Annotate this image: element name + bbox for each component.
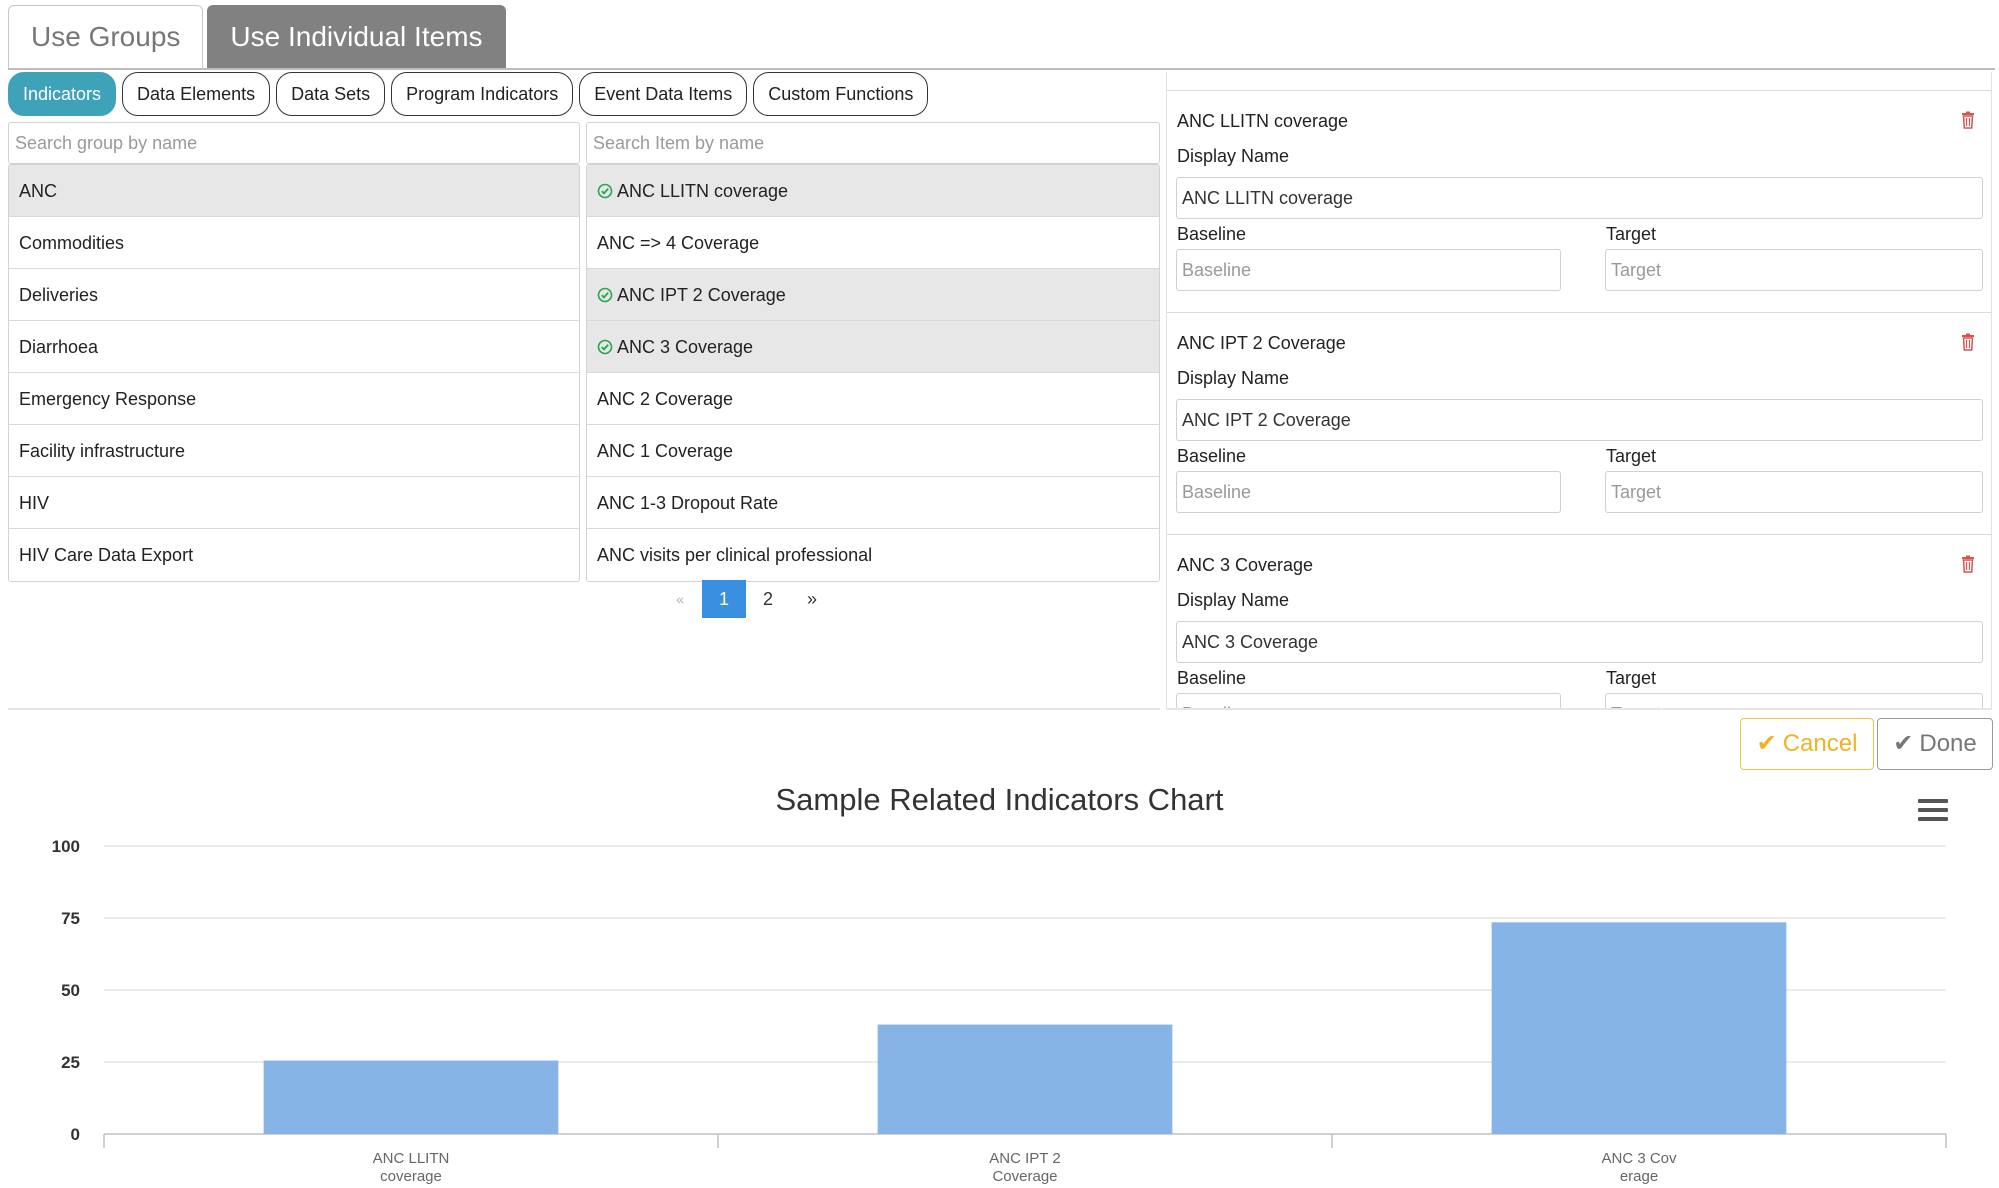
mode-tabs: Use Groups Use Individual Items <box>8 5 506 69</box>
trash-icon[interactable] <box>1961 555 1975 573</box>
target-input[interactable] <box>1605 471 1983 513</box>
tab-use-individual-items[interactable]: Use Individual Items <box>207 5 506 69</box>
trash-icon[interactable] <box>1961 333 1975 351</box>
bar <box>1491 922 1787 1134</box>
pill-event-data-items[interactable]: Event Data Items <box>579 72 748 116</box>
list-item[interactable]: ANC 2 Coverage <box>587 373 1159 425</box>
display-name-input[interactable] <box>1176 621 1983 663</box>
pagination-prev[interactable]: « <box>658 580 702 618</box>
list-item[interactable]: ANC => 4 Coverage <box>587 217 1159 269</box>
x-tick-label: ANC 3 Cov <box>1601 1150 1677 1167</box>
display-name-input[interactable] <box>1176 177 1983 219</box>
group-item-deliveries[interactable]: Deliveries <box>9 269 579 321</box>
item-label: ANC LLITN coverage <box>617 181 789 201</box>
check-icon: ✔ <box>1893 730 1914 757</box>
cancel-label: Cancel <box>1782 730 1858 757</box>
list-item[interactable]: ANC visits per clinical professional <box>587 529 1159 581</box>
y-tick-label: 75 <box>61 909 80 928</box>
pagination-page-2[interactable]: 2 <box>746 580 790 618</box>
y-tick-label: 0 <box>71 1125 80 1144</box>
pill-custom-functions[interactable]: Custom Functions <box>753 72 929 116</box>
chart-title: Sample Related Indicators Chart <box>775 782 1224 817</box>
group-item-hiv-care-data-export[interactable]: HIV Care Data Export <box>9 529 579 581</box>
selected-item-title: ANC LLITN coverage <box>1177 111 1349 131</box>
list-item[interactable]: ANC IPT 2 Coverage <box>587 269 1159 321</box>
bar-chart: 0 25 50 75 100 ANC LLITNcoverage ANC IPT 2Cove… <box>52 837 1947 1185</box>
selected-item-title: ANC IPT 2 Coverage <box>1177 333 1346 353</box>
list-item[interactable]: ANC 1-3 Dropout Rate <box>587 477 1159 529</box>
group-item-hiv[interactable]: HIV <box>9 477 579 529</box>
item-search-input[interactable] <box>586 122 1160 164</box>
list-item[interactable]: ANC 1 Coverage <box>587 425 1159 477</box>
check-circle-icon <box>597 287 613 303</box>
selected-item-card: ANC LLITN coverage Display Name Baseline… <box>1167 91 1991 313</box>
x-tick-label: erage <box>1620 1168 1658 1185</box>
baseline-label: Baseline <box>1177 446 1247 466</box>
group-item-diarrhoea[interactable]: Diarrhoea <box>9 321 579 373</box>
baseline-input[interactable] <box>1176 471 1561 513</box>
group-item-emergency-response[interactable]: Emergency Response <box>9 373 579 425</box>
selected-item-card: ANC IPT 2 Coverage Display Name Baseline… <box>1167 313 1991 535</box>
baseline-label: Baseline <box>1177 224 1247 244</box>
pill-data-elements[interactable]: Data Elements <box>122 72 271 116</box>
pagination-page-1[interactable]: 1 <box>702 580 746 618</box>
baseline-input[interactable] <box>1176 249 1561 291</box>
check-circle-icon <box>597 339 613 355</box>
baseline-label: Baseline <box>1177 668 1247 688</box>
bar <box>263 1060 559 1134</box>
group-item-facility-infrastructure[interactable]: Facility infrastructure <box>9 425 579 477</box>
trash-icon[interactable] <box>1961 111 1975 129</box>
bar <box>877 1024 1173 1134</box>
target-input[interactable] <box>1605 693 1983 708</box>
baseline-input[interactable] <box>1176 693 1561 708</box>
x-tick-label: Coverage <box>992 1168 1057 1185</box>
y-tick-label: 100 <box>52 837 80 856</box>
item-type-pills: Indicators Data Elements Data Sets Progr… <box>8 72 934 116</box>
pagination-next[interactable]: » <box>790 580 834 618</box>
pill-program-indicators[interactable]: Program Indicators <box>391 72 574 116</box>
item-label: ANC 1-3 Dropout Rate <box>597 493 779 513</box>
group-list: ANC Commodities Deliveries Diarrhoea Eme… <box>8 164 580 582</box>
cancel-button[interactable]: ✔ Cancel <box>1740 718 1874 770</box>
selected-item-title: ANC 3 Coverage <box>1177 555 1314 575</box>
list-item[interactable]: ANC LLITN coverage <box>587 165 1159 217</box>
target-label: Target <box>1606 446 1657 466</box>
item-list: ANC LLITN coverage ANC => 4 Coverage ANC… <box>586 164 1160 582</box>
group-item-commodities[interactable]: Commodities <box>9 217 579 269</box>
check-icon: ✔ <box>1756 730 1777 757</box>
done-label: Done <box>1919 730 1977 757</box>
selected-item-card: ANC 3 Coverage Display Name Baseline Tar… <box>1167 535 1991 708</box>
display-name-label: Display Name <box>1177 368 1290 388</box>
x-tick-label: ANC LLITN <box>373 1150 450 1167</box>
item-label: ANC => 4 Coverage <box>597 233 760 253</box>
check-circle-icon <box>597 183 613 199</box>
chart-menu-icon[interactable] <box>1918 798 1948 822</box>
item-label: ANC 2 Coverage <box>597 389 734 409</box>
y-tick-label: 50 <box>61 981 80 1000</box>
y-tick-label: 25 <box>61 1053 80 1072</box>
target-label: Target <box>1606 224 1657 244</box>
x-tick-label: coverage <box>380 1168 442 1185</box>
item-label: ANC visits per clinical professional <box>597 545 873 565</box>
pill-indicators[interactable]: Indicators <box>8 72 117 116</box>
x-tick-label: ANC IPT 2 <box>989 1150 1060 1167</box>
item-label: ANC 3 Coverage <box>617 337 754 357</box>
group-item-anc[interactable]: ANC <box>9 165 579 217</box>
item-selector-panel: Indicators Data Elements Data Sets Progr… <box>8 70 1160 710</box>
pill-data-sets[interactable]: Data Sets <box>276 72 386 116</box>
list-item[interactable]: ANC 3 Coverage <box>587 321 1159 373</box>
item-label: ANC IPT 2 Coverage <box>617 285 786 305</box>
tab-use-groups[interactable]: Use Groups <box>8 5 204 69</box>
page: Use Groups Use Individual Items Indicato… <box>0 0 1999 1188</box>
pagination: « 1 2 » <box>658 580 834 618</box>
display-name-label: Display Name <box>1177 146 1290 166</box>
target-label: Target <box>1606 668 1657 688</box>
display-name-label: Display Name <box>1177 590 1290 610</box>
item-label: ANC 1 Coverage <box>597 441 734 461</box>
target-input[interactable] <box>1605 249 1983 291</box>
selected-items-panel[interactable]: ANC LLITN coverage Display Name Baseline… <box>1166 72 1992 710</box>
display-name-input[interactable] <box>1176 399 1983 441</box>
group-search-input[interactable] <box>8 122 580 164</box>
done-button[interactable]: ✔ Done <box>1877 718 1993 770</box>
